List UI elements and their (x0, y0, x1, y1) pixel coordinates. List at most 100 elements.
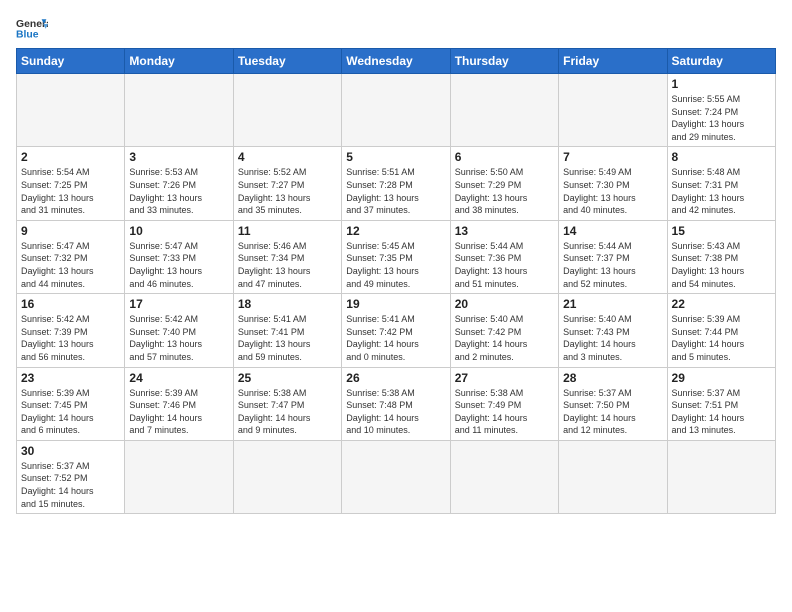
weekday-header-wednesday: Wednesday (342, 49, 450, 74)
calendar-cell (233, 440, 341, 513)
day-number: 30 (21, 444, 120, 458)
calendar-cell (233, 74, 341, 147)
weekday-header-sunday: Sunday (17, 49, 125, 74)
calendar-cell (450, 74, 558, 147)
day-number: 21 (563, 297, 662, 311)
calendar-cell: 28 Sunrise: 5:37 AM Sunset: 7:50 PM Dayli… (559, 367, 667, 440)
logo: General Blue (16, 16, 48, 40)
day-number: 4 (238, 150, 337, 164)
day-number: 5 (346, 150, 445, 164)
calendar-cell: 13Sunrise: 5:44 AM Sunset: 7:36 PM Dayli… (450, 220, 558, 293)
day-number: 12 (346, 224, 445, 238)
day-info: Sunrise: 5:51 AM Sunset: 7:28 PM Dayligh… (346, 166, 445, 216)
day-number: 29 (672, 371, 771, 385)
calendar-cell: 26 Sunrise: 5:38 AM Sunset: 7:48 PM Dayli… (342, 367, 450, 440)
day-info: Sunrise: 5:38 AM Sunset: 7:49 PM Dayligh… (455, 387, 554, 437)
header: General Blue (16, 16, 776, 40)
day-info: Sunrise: 5:39 AM Sunset: 7:44 PM Dayligh… (672, 313, 771, 363)
week-row-2: 2 Sunrise: 5:54 AM Sunset: 7:25 PM Daylig… (17, 147, 776, 220)
page: General Blue SundayMondayTuesdayWednesda… (0, 0, 792, 612)
calendar-cell: 6Sunrise: 5:50 AM Sunset: 7:29 PM Daylig… (450, 147, 558, 220)
day-number: 11 (238, 224, 337, 238)
day-info: Sunrise: 5:39 AM Sunset: 7:46 PM Dayligh… (129, 387, 228, 437)
day-number: 20 (455, 297, 554, 311)
day-info: Sunrise: 5:41 AM Sunset: 7:41 PM Dayligh… (238, 313, 337, 363)
day-number: 24 (129, 371, 228, 385)
day-info: Sunrise: 5:46 AM Sunset: 7:34 PM Dayligh… (238, 240, 337, 290)
day-number: 2 (21, 150, 120, 164)
day-number: 26 (346, 371, 445, 385)
calendar-cell (667, 440, 775, 513)
calendar-cell (559, 74, 667, 147)
day-number: 19 (346, 297, 445, 311)
day-number: 27 (455, 371, 554, 385)
day-info: Sunrise: 5:48 AM Sunset: 7:31 PM Dayligh… (672, 166, 771, 216)
day-info: Sunrise: 5:43 AM Sunset: 7:38 PM Dayligh… (672, 240, 771, 290)
day-info: Sunrise: 5:47 AM Sunset: 7:32 PM Dayligh… (21, 240, 120, 290)
calendar-cell: 17 Sunrise: 5:42 AM Sunset: 7:40 PM Dayli… (125, 294, 233, 367)
day-info: Sunrise: 5:42 AM Sunset: 7:40 PM Dayligh… (129, 313, 228, 363)
day-number: 10 (129, 224, 228, 238)
day-info: Sunrise: 5:42 AM Sunset: 7:39 PM Dayligh… (21, 313, 120, 363)
week-row-1: 1Sunrise: 5:55 AM Sunset: 7:24 PM Daylig… (17, 74, 776, 147)
calendar-cell (559, 440, 667, 513)
weekday-header-monday: Monday (125, 49, 233, 74)
day-info: Sunrise: 5:54 AM Sunset: 7:25 PM Dayligh… (21, 166, 120, 216)
calendar-cell: 19 Sunrise: 5:41 AM Sunset: 7:42 PM Dayli… (342, 294, 450, 367)
calendar-cell (125, 74, 233, 147)
day-number: 14 (563, 224, 662, 238)
day-number: 23 (21, 371, 120, 385)
calendar-cell: 11 Sunrise: 5:46 AM Sunset: 7:34 PM Dayli… (233, 220, 341, 293)
calendar-cell (125, 440, 233, 513)
calendar-cell: 29 Sunrise: 5:37 AM Sunset: 7:51 PM Dayli… (667, 367, 775, 440)
calendar-cell: 1Sunrise: 5:55 AM Sunset: 7:24 PM Daylig… (667, 74, 775, 147)
calendar-cell: 30 Sunrise: 5:37 AM Sunset: 7:52 PM Dayli… (17, 440, 125, 513)
day-number: 3 (129, 150, 228, 164)
calendar-cell: 18 Sunrise: 5:41 AM Sunset: 7:41 PM Dayli… (233, 294, 341, 367)
calendar-cell: 7Sunrise: 5:49 AM Sunset: 7:30 PM Daylig… (559, 147, 667, 220)
calendar-cell: 2 Sunrise: 5:54 AM Sunset: 7:25 PM Daylig… (17, 147, 125, 220)
day-info: Sunrise: 5:37 AM Sunset: 7:50 PM Dayligh… (563, 387, 662, 437)
day-info: Sunrise: 5:41 AM Sunset: 7:42 PM Dayligh… (346, 313, 445, 363)
calendar-cell (342, 74, 450, 147)
weekday-header-saturday: Saturday (667, 49, 775, 74)
calendar-cell (17, 74, 125, 147)
week-row-3: 9Sunrise: 5:47 AM Sunset: 7:32 PM Daylig… (17, 220, 776, 293)
calendar-cell: 12 Sunrise: 5:45 AM Sunset: 7:35 PM Dayli… (342, 220, 450, 293)
day-number: 28 (563, 371, 662, 385)
calendar-cell: 22 Sunrise: 5:39 AM Sunset: 7:44 PM Dayli… (667, 294, 775, 367)
calendar-cell: 5 Sunrise: 5:51 AM Sunset: 7:28 PM Daylig… (342, 147, 450, 220)
logo-icon: General Blue (16, 16, 48, 40)
calendar-cell: 21Sunrise: 5:40 AM Sunset: 7:43 PM Dayli… (559, 294, 667, 367)
day-info: Sunrise: 5:38 AM Sunset: 7:48 PM Dayligh… (346, 387, 445, 437)
day-info: Sunrise: 5:37 AM Sunset: 7:52 PM Dayligh… (21, 460, 120, 510)
day-info: Sunrise: 5:37 AM Sunset: 7:51 PM Dayligh… (672, 387, 771, 437)
calendar-cell: 14Sunrise: 5:44 AM Sunset: 7:37 PM Dayli… (559, 220, 667, 293)
day-info: Sunrise: 5:45 AM Sunset: 7:35 PM Dayligh… (346, 240, 445, 290)
day-info: Sunrise: 5:53 AM Sunset: 7:26 PM Dayligh… (129, 166, 228, 216)
day-info: Sunrise: 5:39 AM Sunset: 7:45 PM Dayligh… (21, 387, 120, 437)
day-number: 8 (672, 150, 771, 164)
calendar-cell: 15Sunrise: 5:43 AM Sunset: 7:38 PM Dayli… (667, 220, 775, 293)
weekday-header-thursday: Thursday (450, 49, 558, 74)
calendar-cell: 20 Sunrise: 5:40 AM Sunset: 7:42 PM Dayli… (450, 294, 558, 367)
calendar-cell: 4 Sunrise: 5:52 AM Sunset: 7:27 PM Daylig… (233, 147, 341, 220)
weekday-header-tuesday: Tuesday (233, 49, 341, 74)
day-number: 18 (238, 297, 337, 311)
day-info: Sunrise: 5:40 AM Sunset: 7:42 PM Dayligh… (455, 313, 554, 363)
day-number: 1 (672, 77, 771, 91)
weekday-header-friday: Friday (559, 49, 667, 74)
week-row-4: 16 Sunrise: 5:42 AM Sunset: 7:39 PM Dayli… (17, 294, 776, 367)
calendar-cell: 8 Sunrise: 5:48 AM Sunset: 7:31 PM Daylig… (667, 147, 775, 220)
day-number: 22 (672, 297, 771, 311)
day-info: Sunrise: 5:38 AM Sunset: 7:47 PM Dayligh… (238, 387, 337, 437)
svg-text:Blue: Blue (16, 30, 39, 40)
day-number: 17 (129, 297, 228, 311)
calendar-cell: 16 Sunrise: 5:42 AM Sunset: 7:39 PM Dayli… (17, 294, 125, 367)
calendar-cell (342, 440, 450, 513)
week-row-5: 23 Sunrise: 5:39 AM Sunset: 7:45 PM Dayli… (17, 367, 776, 440)
day-number: 16 (21, 297, 120, 311)
calendar-cell: 3 Sunrise: 5:53 AM Sunset: 7:26 PM Daylig… (125, 147, 233, 220)
day-info: Sunrise: 5:52 AM Sunset: 7:27 PM Dayligh… (238, 166, 337, 216)
day-number: 13 (455, 224, 554, 238)
